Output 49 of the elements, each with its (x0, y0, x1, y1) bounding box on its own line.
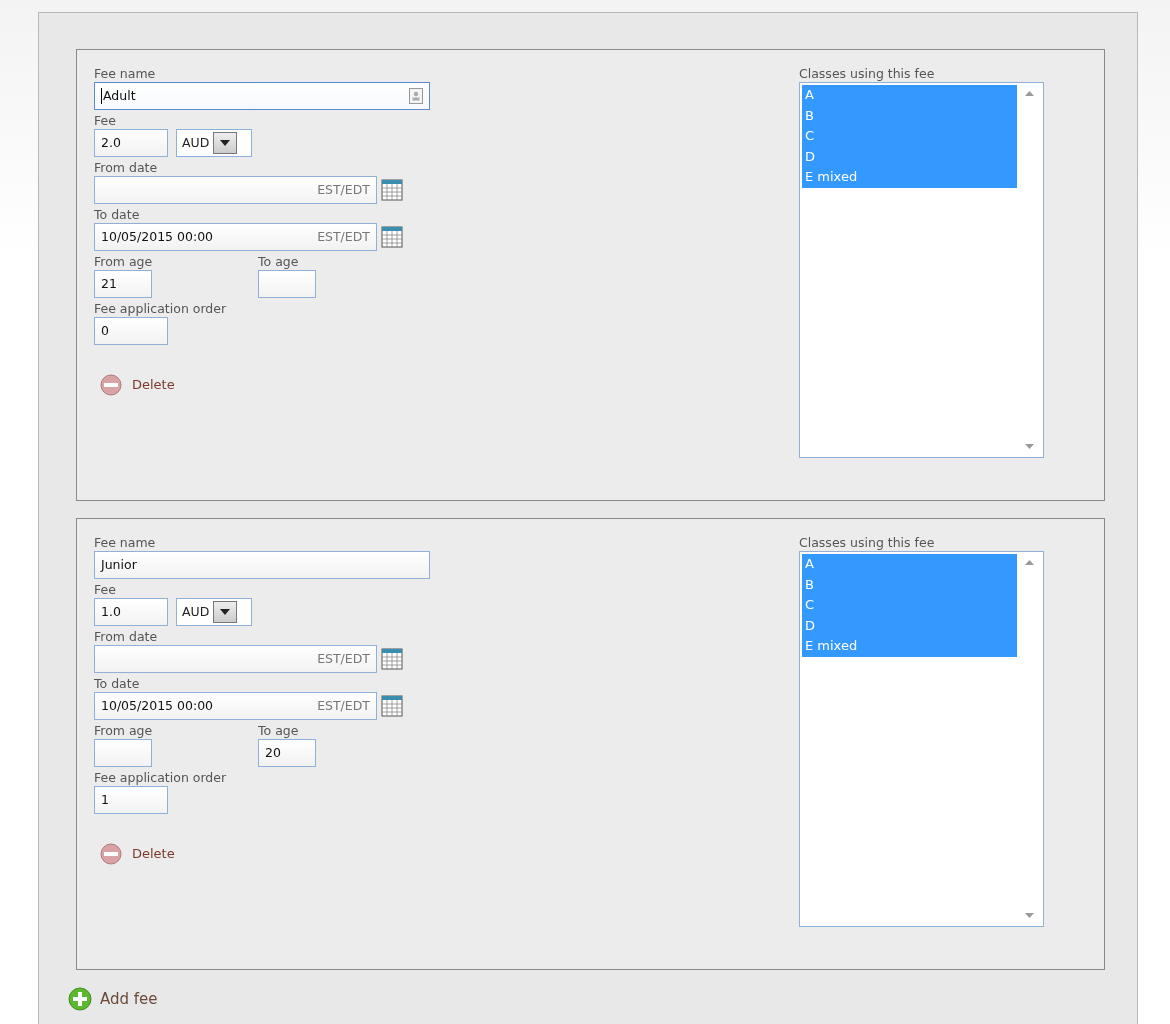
scroll-down-icon[interactable] (1024, 913, 1034, 918)
input-field[interactable] (258, 270, 316, 298)
delete-link[interactable]: Delete (100, 843, 430, 865)
delete-link[interactable]: Delete (100, 374, 430, 396)
field-label: Classes using this fee (799, 535, 936, 551)
calendar-icon[interactable] (381, 648, 403, 670)
scroll-up-icon[interactable] (1024, 560, 1034, 565)
field-label: Fee (94, 582, 117, 598)
plus-circle-icon (68, 987, 92, 1011)
field-label: Fee application order (94, 301, 228, 317)
minus-circle-icon (100, 843, 122, 865)
field-label: From age (94, 723, 154, 739)
currency-select[interactable]: AUD (176, 598, 252, 626)
calendar-icon[interactable] (381, 179, 403, 201)
input-field[interactable]: 0 (94, 317, 168, 345)
input-field[interactable]: Junior (94, 551, 430, 579)
field-label: Fee (94, 113, 117, 129)
field-label: From date (94, 629, 159, 645)
field-label: Fee name (94, 535, 157, 551)
field-label: From date (94, 160, 159, 176)
field-label: Fee application order (94, 770, 228, 786)
input-field[interactable]: 10/05/2015 00:00 EST/EDT (94, 692, 377, 720)
currency-select[interactable]: AUD (176, 129, 252, 157)
calendar-icon[interactable] (381, 226, 403, 248)
caret-icon (220, 609, 231, 615)
scroll-up-icon[interactable] (1024, 91, 1034, 96)
field-label: From age (94, 254, 154, 270)
field-label: To age (258, 723, 300, 739)
calendar-icon[interactable] (381, 695, 403, 717)
minus-circle-icon (100, 374, 122, 396)
field-label: To date (94, 676, 141, 692)
field-label: Fee name (94, 66, 157, 82)
input-field[interactable]: 1 (94, 786, 168, 814)
input-field[interactable]: 21 (94, 270, 152, 298)
caret-icon (220, 140, 231, 146)
contact-card-icon[interactable] (409, 88, 423, 104)
scroll-down-icon[interactable] (1024, 444, 1034, 449)
input-field[interactable]: 2.0 (94, 129, 168, 157)
input-field[interactable]: EST/EDT (94, 645, 377, 673)
input-field[interactable]: 10/05/2015 00:00 EST/EDT (94, 223, 377, 251)
add-fee-link[interactable]: Add fee (68, 987, 158, 1011)
input-field[interactable] (94, 739, 152, 767)
field-label: To date (94, 207, 141, 223)
input-field[interactable]: 1.0 (94, 598, 168, 626)
input-field[interactable]: EST/EDT (94, 176, 377, 204)
input-field[interactable]: 20 (258, 739, 316, 767)
field-label: To age (258, 254, 300, 270)
input-field[interactable]: Adult (94, 82, 430, 110)
field-label: Classes using this fee (799, 66, 936, 82)
